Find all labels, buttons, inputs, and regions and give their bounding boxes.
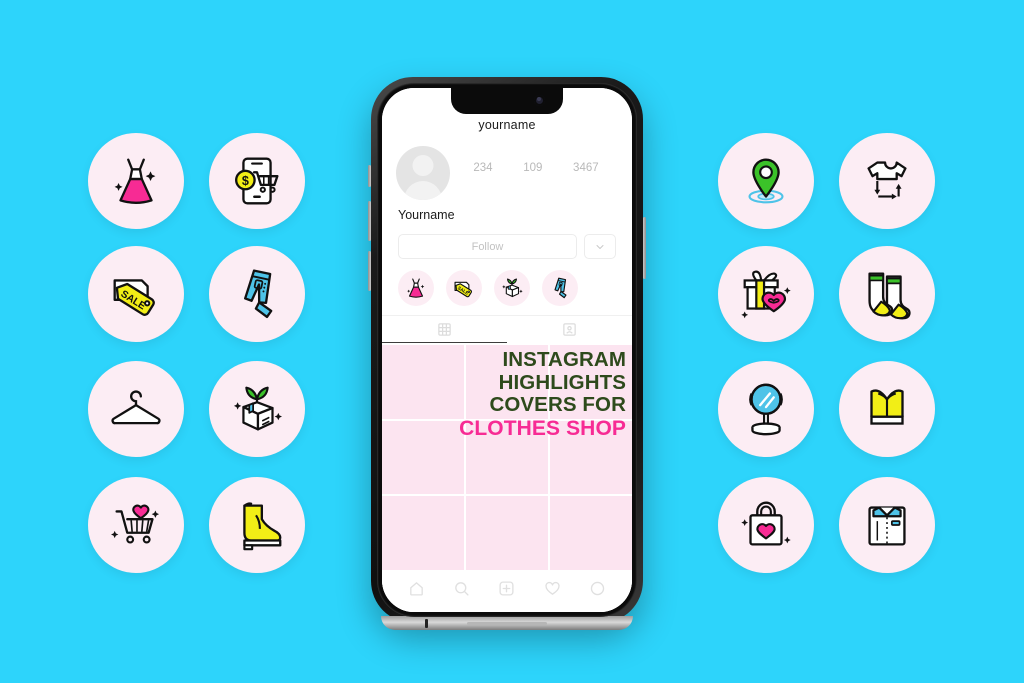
profile-summary: 234 109 3467: [382, 136, 632, 200]
gift-heart-icon: [741, 270, 791, 319]
icon-badge-location-pin[interactable]: [718, 133, 814, 229]
front-camera-icon: [534, 95, 545, 106]
nav-search[interactable]: [453, 580, 470, 602]
profile-actions: Follow: [382, 222, 632, 259]
headline-line-2: HIGHLIGHTS: [498, 370, 626, 394]
power-button[interactable]: [643, 217, 646, 279]
headline-line-4: CLOTHES SHOP: [459, 416, 626, 440]
chelsea-boot-icon: [243, 502, 282, 551]
home-icon: [410, 582, 423, 596]
poster-canvas: $ % SALE: [0, 0, 1024, 683]
follow-button[interactable]: Follow: [398, 234, 577, 259]
headline-line-3: COVERS FOR: [489, 393, 626, 417]
mobile-shopping-icon: $: [235, 157, 279, 205]
tshirt-recycle-icon: [867, 161, 907, 200]
headline-line-1: INSTAGRAM: [502, 348, 626, 371]
icon-badge-eco-package[interactable]: [209, 361, 305, 457]
headline-overlay: INSTAGRAM HIGHLIGHTS COVERS FOR CLOTHES …: [459, 348, 626, 440]
location-pin-icon: [748, 158, 784, 204]
volume-down-button[interactable]: [368, 251, 371, 291]
phone-bezel: yourname 234 109 3467 Yourname Follow SA…: [377, 83, 637, 617]
more-options-button[interactable]: [584, 234, 616, 259]
phone-bottom-edge: [381, 616, 633, 630]
phone-mockup: yourname 234 109 3467 Yourname Follow SA…: [368, 77, 646, 630]
speaker-grille: [467, 622, 547, 625]
highlight-sale[interactable]: % SALE: [446, 270, 482, 306]
grid-cell[interactable]: [382, 496, 464, 570]
nav-profile[interactable]: [589, 580, 606, 602]
add-post-icon: [499, 581, 515, 596]
icon-badge-dress[interactable]: [88, 133, 184, 229]
grid-cell[interactable]: [382, 345, 464, 419]
grid-icon: [438, 322, 451, 336]
stat-followers[interactable]: 109: [523, 162, 542, 174]
volume-up-button[interactable]: [368, 201, 371, 241]
icon-badge-jeans[interactable]: [209, 246, 305, 342]
notch: [451, 88, 563, 114]
eco-package-icon: [502, 278, 523, 298]
highlight-dress[interactable]: [398, 270, 434, 306]
tagged-photos-icon: [563, 322, 576, 336]
profile-stats: 234 109 3467: [450, 146, 618, 174]
heart-icon: [545, 581, 560, 595]
icon-badge-boot[interactable]: [209, 477, 305, 573]
vanity-mirror-icon: [749, 383, 783, 436]
nav-activity[interactable]: [544, 580, 561, 602]
story-highlights: % SALE: [382, 259, 632, 315]
dress-icon: [114, 158, 156, 204]
tab-tagged[interactable]: [507, 316, 632, 342]
instagram-app: yourname 234 109 3467 Yourname Follow SA…: [382, 88, 632, 612]
highlight-eco-package[interactable]: [494, 270, 530, 306]
sale-tag-icon: % SALE: [113, 279, 155, 316]
folded-shirt-icon: [868, 506, 906, 546]
sports-bra-icon: [870, 389, 904, 425]
nav-home[interactable]: [408, 580, 425, 602]
stat-following[interactable]: 3467: [573, 162, 599, 174]
profile-icon: [590, 581, 605, 596]
grid-cell[interactable]: [550, 496, 632, 570]
phone-screen: yourname 234 109 3467 Yourname Follow SA…: [382, 88, 632, 612]
bottom-navigation: [382, 570, 632, 612]
profile-tabs: [382, 315, 632, 343]
icon-badge-socks[interactable]: [839, 246, 935, 342]
highlight-jeans[interactable]: [542, 270, 578, 306]
dress-icon: [407, 278, 425, 298]
eco-package-icon: [233, 386, 282, 431]
grid-cell[interactable]: [466, 496, 548, 570]
sale-tag-icon: % SALE: [454, 281, 472, 298]
icon-badge-hanger[interactable]: [88, 361, 184, 457]
icon-badge-sale-tag[interactable]: % SALE: [88, 246, 184, 342]
icon-badge-tote-bag[interactable]: [718, 477, 814, 573]
clothes-hanger-icon: [111, 390, 161, 425]
silence-switch[interactable]: [368, 165, 371, 187]
tote-bag-heart-icon: [741, 501, 791, 546]
header-username: yourname: [478, 118, 536, 132]
grid-cell[interactable]: [382, 420, 464, 495]
tab-grid[interactable]: [382, 316, 507, 343]
icon-badge-tshirt-recycle[interactable]: [839, 133, 935, 229]
jeans-icon: [244, 269, 273, 319]
search-icon: [455, 582, 469, 596]
svg-text:$: $: [242, 174, 249, 188]
avatar[interactable]: [396, 146, 450, 200]
icon-badge-cart-heart[interactable]: [88, 477, 184, 573]
display-name: Yourname: [398, 208, 455, 222]
icon-badge-mirror[interactable]: [718, 361, 814, 457]
icon-badge-sports-bra[interactable]: [839, 361, 935, 457]
icon-badge-mobile-shopping[interactable]: $: [209, 133, 305, 229]
stat-posts[interactable]: 234: [473, 162, 492, 174]
photo-grid: INSTAGRAM HIGHLIGHTS COVERS FOR CLOTHES …: [382, 343, 632, 570]
jeans-icon: [554, 277, 567, 299]
nav-add-post[interactable]: [498, 580, 515, 602]
shopping-cart-heart-icon: [111, 504, 160, 544]
icon-badge-gift-heart[interactable]: [718, 246, 814, 342]
socks-icon: [868, 272, 911, 320]
icon-badge-folded-shirt[interactable]: [839, 477, 935, 573]
chevron-down-icon: [596, 244, 604, 249]
antenna-line: [425, 619, 428, 628]
